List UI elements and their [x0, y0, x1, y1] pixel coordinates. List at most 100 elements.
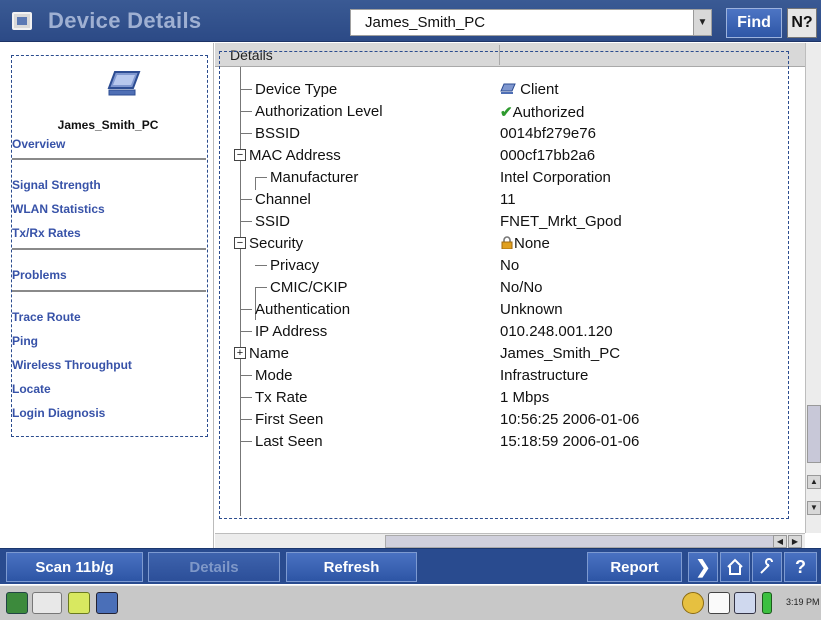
details-panel: Details Device Type Client Authorization… — [215, 43, 821, 548]
vertical-scrollbar[interactable]: ▲ ▼ — [805, 43, 821, 533]
row-label: Privacy — [270, 257, 320, 274]
row-value: 010.248.001.120 — [500, 323, 613, 340]
row-value: 10:56:25 2006-01-06 — [500, 411, 640, 428]
side-navigation: James_Smith_PC Overview Signal Strength … — [0, 43, 214, 548]
sidebar-item-txrx-rates[interactable]: Tx/Rx Rates — [12, 226, 81, 240]
row-value: No/No — [500, 279, 543, 296]
row-value: ✔Authorized — [500, 104, 585, 121]
table-row[interactable]: BSSID 0014bf279e76 — [215, 122, 805, 144]
table-row[interactable]: CMIC/CKIP No/No — [215, 276, 805, 298]
bottom-toolbar: Scan 11b/g Details Refresh Report ❯ ? — [0, 548, 821, 584]
row-value: Unknown — [500, 301, 563, 318]
table-row[interactable]: Authorization Level ✔Authorized — [215, 100, 805, 122]
row-label: Channel — [255, 191, 311, 208]
row-value: FNET_Mrkt_Gpod — [500, 213, 622, 230]
scroll-thumb[interactable] — [807, 405, 821, 463]
details-button[interactable]: Details — [148, 552, 280, 582]
sidebar-item-problems[interactable]: Problems — [12, 268, 67, 282]
wrench-icon[interactable] — [752, 552, 782, 582]
table-row[interactable]: SSID FNET_Mrkt_Gpod — [215, 210, 805, 232]
column-divider[interactable] — [499, 45, 500, 65]
table-row[interactable]: Device Type Client — [215, 78, 805, 100]
table-row[interactable]: Tx Rate 1 Mbps — [215, 386, 805, 408]
table-row[interactable]: Channel 11 — [215, 188, 805, 210]
row-label: Security — [249, 235, 304, 252]
row-value: 11 — [500, 191, 516, 208]
row-label: Device Type — [255, 81, 338, 98]
window-title: Device Details — [48, 8, 202, 33]
table-row[interactable]: + Name James_Smith_PC — [215, 342, 805, 364]
scroll-left-icon[interactable]: ◀ — [773, 535, 787, 548]
sidebar-item-trace-route[interactable]: Trace Route — [12, 310, 81, 324]
row-label: Authorization Level — [255, 103, 383, 120]
sidebar-item-wireless-throughput[interactable]: Wireless Throughput — [12, 358, 132, 372]
clipboard-icon[interactable] — [708, 592, 730, 614]
home-icon[interactable] — [720, 552, 750, 582]
device-selector-value: James_Smith_PC — [365, 14, 486, 31]
sidebar-item-overview[interactable]: Overview — [12, 137, 65, 151]
row-label: CMIC/CKIP — [270, 279, 348, 296]
keyboard-icon[interactable] — [32, 592, 62, 614]
row-label: SSID — [255, 213, 291, 230]
details-header: Details — [215, 43, 805, 67]
start-icon[interactable] — [6, 592, 28, 614]
dropdown-arrow-icon[interactable]: ▼ — [693, 10, 711, 35]
table-row[interactable]: − Security None — [215, 232, 805, 254]
details-header-label: Details — [230, 47, 273, 63]
table-row[interactable]: Mode Infrastructure — [215, 364, 805, 386]
collapse-icon[interactable]: − — [234, 149, 246, 161]
network-icon[interactable] — [682, 592, 704, 614]
row-value: 000cf17bb2a6 — [500, 147, 596, 164]
row-value: No — [500, 257, 520, 274]
row-value: 0014bf279e76 — [500, 125, 596, 142]
wrench-glyph — [760, 558, 773, 574]
laptop-icon — [107, 71, 141, 96]
window-icon — [12, 12, 32, 30]
find-button[interactable]: Find — [726, 8, 782, 38]
help-icon[interactable]: ? — [784, 552, 817, 582]
scroll-right-icon[interactable]: ▶ — [788, 535, 802, 548]
help-pointer-button[interactable]: N? — [787, 8, 817, 38]
divider — [12, 158, 206, 160]
row-value: Client — [500, 81, 559, 98]
row-label: IP Address — [255, 323, 328, 340]
scroll-up-icon[interactable]: ▲ — [807, 475, 821, 489]
collapse-icon[interactable]: − — [234, 237, 246, 249]
scan-button[interactable]: Scan 11b/g — [6, 552, 143, 582]
row-label: Name — [249, 345, 290, 362]
table-row[interactable]: Privacy No — [215, 254, 805, 276]
table-row[interactable]: First Seen 10:56:25 2006-01-06 — [215, 408, 805, 430]
sidebar-item-locate[interactable]: Locate — [12, 382, 51, 396]
table-row[interactable]: − MAC Address 000cf17bb2a6 — [215, 144, 805, 166]
row-value: James_Smith_PC — [500, 345, 621, 362]
device-name: James_Smith_PC — [57, 118, 159, 132]
divider — [12, 248, 206, 250]
horizontal-scrollbar[interactable]: ◀ ▶ — [215, 533, 805, 548]
row-label: Authentication — [255, 301, 351, 318]
table-row[interactable]: Manufacturer Intel Corporation — [215, 166, 805, 188]
app-icon[interactable] — [68, 592, 90, 614]
speaker-icon[interactable] — [734, 592, 756, 614]
divider — [12, 290, 206, 292]
device-selector[interactable]: James_Smith_PC ▼ — [350, 9, 712, 36]
forward-icon[interactable]: ❯ — [688, 552, 718, 582]
nav-focus-box: James_Smith_PC Overview Signal Strength … — [11, 55, 208, 437]
scroll-down-icon[interactable]: ▼ — [807, 501, 821, 515]
table-row[interactable]: Last Seen 15:18:59 2006-01-06 — [215, 430, 805, 452]
window-icon[interactable] — [96, 592, 118, 614]
battery-icon[interactable] — [762, 592, 772, 614]
row-label: First Seen — [255, 411, 324, 428]
sidebar-item-wlan-statistics[interactable]: WLAN Statistics — [12, 202, 105, 216]
sidebar-item-ping[interactable]: Ping — [12, 334, 38, 348]
report-button[interactable]: Report — [587, 552, 682, 582]
row-label: Manufacturer — [270, 169, 359, 186]
expand-icon[interactable]: + — [234, 347, 246, 359]
row-value: Infrastructure — [500, 367, 589, 384]
os-taskbar: 3:19 PM — [0, 585, 821, 620]
table-row[interactable]: Authentication Unknown — [215, 298, 805, 320]
sidebar-item-login-diagnosis[interactable]: Login Diagnosis — [12, 406, 105, 420]
refresh-button[interactable]: Refresh — [286, 552, 417, 582]
sidebar-item-signal-strength[interactable]: Signal Strength — [12, 178, 101, 192]
scroll-thumb[interactable] — [385, 535, 785, 548]
table-row[interactable]: IP Address 010.248.001.120 — [215, 320, 805, 342]
